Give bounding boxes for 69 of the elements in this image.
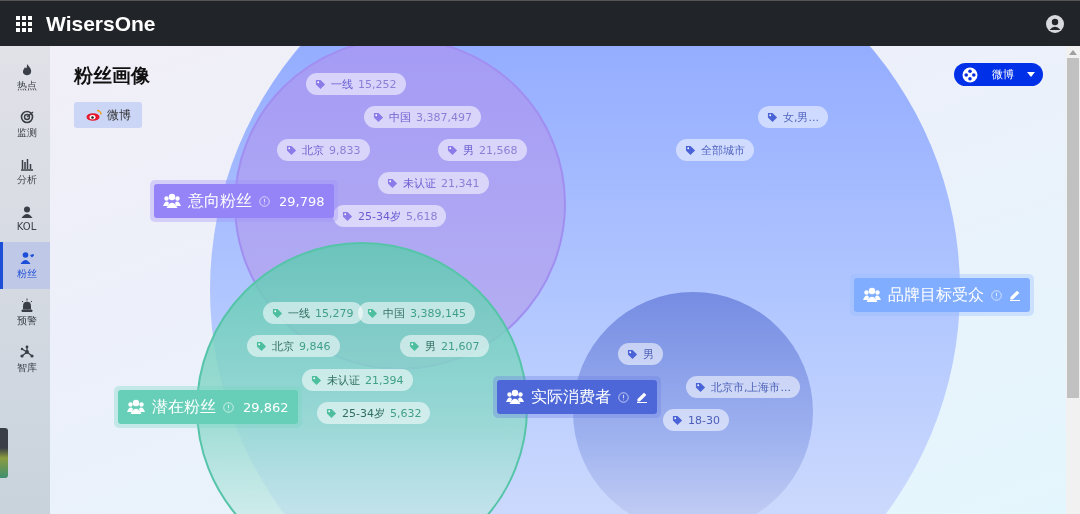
tag-icon <box>342 210 353 222</box>
info-icon[interactable] <box>991 289 1002 301</box>
tag-chip: 女,男... <box>758 106 828 128</box>
tag-icon <box>272 307 283 319</box>
pencil-icon[interactable] <box>636 391 648 403</box>
tag-icon <box>387 177 398 189</box>
scroll-up-icon[interactable] <box>1069 50 1077 55</box>
scrollbar[interactable] <box>1066 46 1080 514</box>
page-title: 粉丝画像 <box>74 63 150 88</box>
tag-icon <box>315 78 326 90</box>
tag-icon <box>695 381 706 393</box>
tag-chip: 25-34岁 5,632 <box>317 402 431 424</box>
tag-chip: 一线 15,252 <box>306 73 406 95</box>
person-icon <box>19 205 34 219</box>
tag-chip: 男 <box>618 343 663 365</box>
side-panel-handle[interactable] <box>0 428 8 478</box>
info-icon[interactable] <box>618 391 629 403</box>
film-reel-icon <box>962 66 978 83</box>
audience-label[interactable]: 实际消费者 <box>497 380 657 414</box>
tag-chip: 男 21,607 <box>400 335 489 357</box>
bar-chart-icon <box>19 156 34 171</box>
radar-icon <box>19 109 34 124</box>
network-icon <box>19 344 34 359</box>
tag-chip: 25-34岁 5,618 <box>333 205 447 227</box>
sidebar-item[interactable]: 预警 <box>0 289 50 336</box>
tag-chip: 18-30 <box>663 409 729 431</box>
people-icon <box>127 399 145 415</box>
tag-chip: 未认证 21,341 <box>378 172 489 194</box>
tag-icon <box>672 414 683 426</box>
people-icon <box>863 287 881 303</box>
sidebar-item[interactable]: 监测 <box>0 101 50 148</box>
info-icon[interactable] <box>259 195 270 207</box>
sidebar-item[interactable]: KOL <box>0 195 50 242</box>
account-icon[interactable] <box>1046 14 1064 33</box>
tag-chip: 中国 3,387,497 <box>364 106 481 128</box>
platform-select[interactable]: 微博 <box>954 63 1043 86</box>
sidebar-item[interactable]: 智库 <box>0 336 50 383</box>
info-icon[interactable] <box>223 401 234 413</box>
eye-logo-icon <box>85 109 102 121</box>
tag-icon <box>767 111 778 123</box>
sidebar-item[interactable]: 热点 <box>0 54 50 101</box>
people-icon <box>506 389 524 405</box>
tag-icon <box>685 144 696 156</box>
siren-icon <box>19 297 34 312</box>
pencil-icon[interactable] <box>1009 289 1021 301</box>
tag-chip: 全部城市 <box>676 139 754 161</box>
tag-icon <box>326 407 337 419</box>
tag-icon <box>627 348 638 360</box>
tag-chip: 北京 9,846 <box>247 335 340 357</box>
tag-icon <box>409 340 420 352</box>
tag-chip: 男 21,568 <box>438 139 527 161</box>
tag-chip: 北京市,上海市... <box>686 376 800 398</box>
tag-icon <box>367 307 378 319</box>
people-icon <box>163 193 181 209</box>
tag-chip: 未认证 21,394 <box>302 369 413 391</box>
tag-chip: 中国 3,389,145 <box>358 302 475 324</box>
tag-icon <box>373 111 384 123</box>
sidebar-item[interactable]: 分析 <box>0 148 50 195</box>
apps-grid-icon[interactable] <box>16 15 32 32</box>
tag-icon <box>256 340 267 352</box>
tag-icon <box>286 144 297 156</box>
tag-icon <box>311 374 322 386</box>
app-logo: WisersOne <box>46 11 157 36</box>
tag-chip: 北京 9,833 <box>277 139 370 161</box>
people-icon <box>19 250 34 265</box>
platform-chip[interactable]: 微博 <box>74 102 142 128</box>
tag-icon <box>447 144 458 156</box>
caret-icon <box>1027 72 1035 77</box>
sidebar-item[interactable]: 粉丝 <box>0 242 50 289</box>
